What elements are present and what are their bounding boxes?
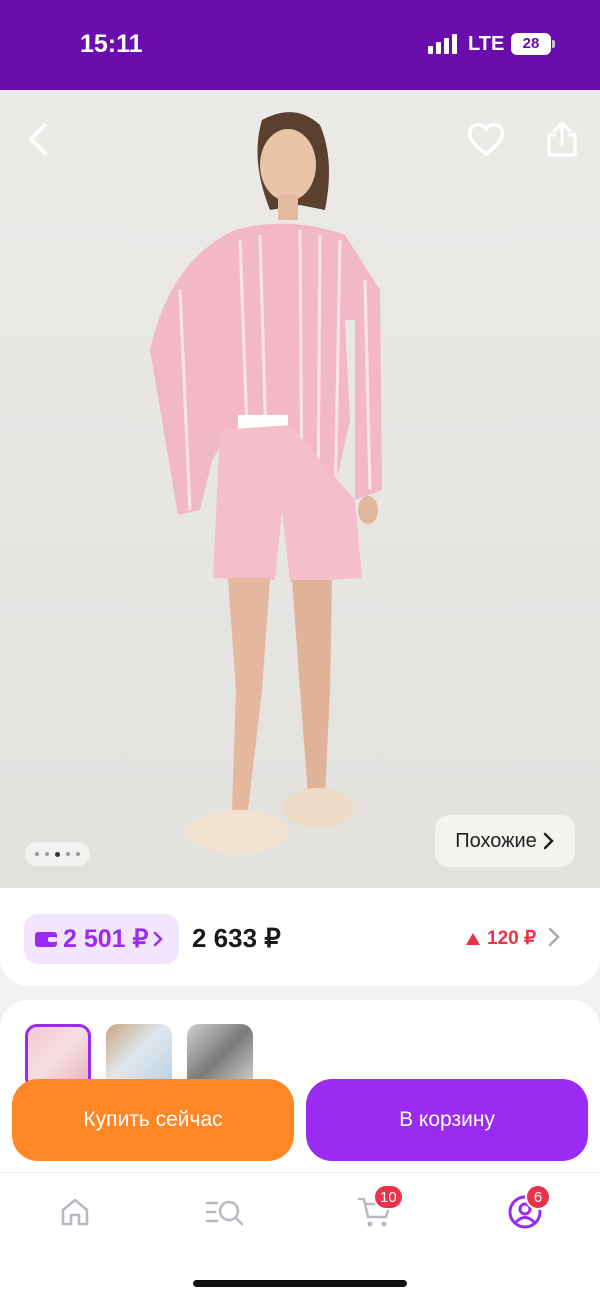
status-bar: 15:11 LTE 28 — [0, 0, 600, 90]
battery-icon: 28 — [511, 33, 551, 55]
up-arrow-icon — [466, 932, 480, 945]
back-icon — [29, 123, 47, 155]
share-icon — [547, 121, 577, 157]
price-difference[interactable]: 120 ₽ — [465, 927, 536, 950]
product-photo[interactable] — [0, 90, 600, 890]
photo-pagination — [25, 842, 90, 866]
chevron-right-icon — [548, 927, 560, 947]
pagination-dot-active — [55, 851, 60, 857]
home-icon — [61, 1198, 89, 1226]
cart-badge: 10 — [373, 1184, 404, 1210]
chevron-right-icon — [543, 832, 554, 850]
wallet-icon — [35, 932, 57, 947]
similar-button[interactable]: Похожие — [435, 815, 575, 867]
network-label: LTE — [468, 33, 505, 55]
tab-home[interactable] — [55, 1192, 95, 1232]
profile-badge: 6 — [525, 1184, 551, 1210]
wallet-price-button[interactable]: 2 501 ₽ — [24, 914, 179, 964]
favorite-button[interactable] — [462, 115, 510, 163]
battery-tip — [552, 40, 555, 48]
heart-icon — [467, 122, 505, 156]
home-indicator — [193, 1280, 407, 1287]
pagination-dot — [45, 852, 49, 856]
add-to-cart-button[interactable]: В корзину — [306, 1079, 588, 1161]
price-difference-value: 120 ₽ — [487, 928, 537, 949]
price-details-chevron[interactable] — [548, 927, 560, 953]
pagination-dot — [66, 852, 70, 856]
wallet-price: 2 501 ₽ — [63, 925, 149, 953]
clock: 15:11 — [80, 30, 143, 58]
share-button[interactable] — [538, 115, 586, 163]
buy-now-button[interactable]: Купить сейчас — [12, 1079, 294, 1161]
catalog-search-icon — [205, 1200, 244, 1226]
chevron-right-icon — [154, 931, 164, 947]
pagination-dot — [76, 852, 80, 856]
similar-label: Похожие — [455, 829, 537, 852]
signal-icon — [428, 34, 457, 54]
back-button[interactable] — [14, 115, 62, 163]
model-illustration — [150, 112, 382, 854]
tab-catalog[interactable] — [205, 1192, 245, 1232]
pagination-dot — [35, 852, 39, 856]
regular-price: 2 633 ₽ — [192, 923, 281, 953]
